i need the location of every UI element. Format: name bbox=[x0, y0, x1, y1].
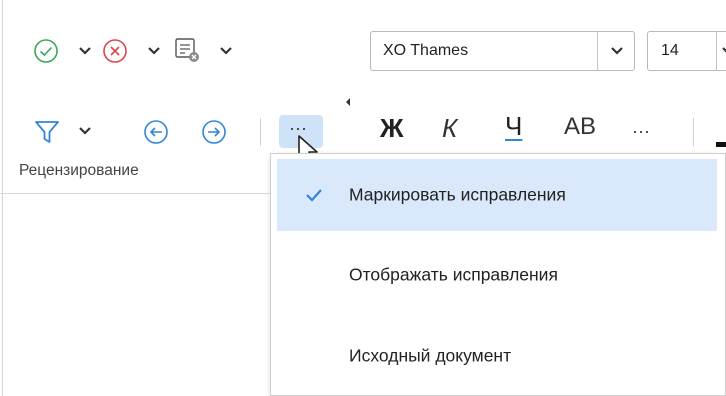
menu-item-label: Исходный документ bbox=[349, 345, 512, 366]
menu-item-original-document[interactable]: Исходный документ bbox=[277, 320, 717, 392]
font-size-dropdown[interactable] bbox=[716, 32, 726, 70]
filter-dropdown-chevron-icon[interactable] bbox=[78, 126, 92, 136]
ribbon-bottom-border bbox=[0, 193, 272, 194]
checkmark-icon bbox=[306, 189, 322, 202]
window-border bbox=[2, 0, 3, 396]
editor-window: ··· Рецензирование XO Thames 14 Ж К Ч АВ… bbox=[0, 0, 726, 396]
strikethrough-button[interactable]: АВ bbox=[564, 113, 596, 141]
ribbon-separator bbox=[260, 118, 261, 146]
text-color-icon[interactable] bbox=[714, 118, 726, 148]
filter-icon bbox=[35, 121, 59, 143]
next-change-button[interactable] bbox=[198, 116, 230, 148]
previous-change-button[interactable] bbox=[140, 116, 172, 148]
font-size-value: 14 bbox=[661, 42, 679, 59]
comment-button[interactable] bbox=[170, 33, 204, 67]
x-circle-icon bbox=[103, 39, 127, 63]
accept-dropdown-chevron-icon[interactable] bbox=[78, 46, 92, 56]
arrow-right-circle-icon bbox=[202, 120, 226, 144]
filter-button[interactable] bbox=[30, 115, 64, 149]
collapse-arrow-icon[interactable] bbox=[344, 96, 352, 108]
font-name-dropdown[interactable] bbox=[597, 32, 636, 70]
bold-button[interactable]: Ж bbox=[380, 113, 404, 144]
italic-button[interactable]: К bbox=[442, 113, 457, 144]
check-circle-icon bbox=[34, 39, 58, 63]
ribbon-separator bbox=[693, 118, 694, 146]
menu-item-label: Маркировать исправления bbox=[349, 184, 566, 205]
font-name-combobox[interactable]: XO Thames bbox=[370, 31, 635, 71]
comment-dropdown-chevron-icon[interactable] bbox=[219, 46, 233, 56]
menu-item-label: Отображать исправления bbox=[349, 264, 558, 285]
underline-button[interactable]: Ч bbox=[505, 111, 522, 142]
font-name-value: XO Thames bbox=[383, 42, 469, 59]
format-more-button[interactable]: ··· bbox=[632, 121, 650, 142]
chevron-down-icon bbox=[722, 47, 726, 53]
arrow-left-circle-icon bbox=[144, 120, 168, 144]
accept-change-button[interactable] bbox=[30, 35, 62, 67]
track-changes-menu: Маркировать исправления Отображать испра… bbox=[270, 153, 726, 396]
ribbon-group-label: Рецензирование bbox=[19, 162, 139, 179]
reject-change-button[interactable] bbox=[99, 35, 131, 67]
font-size-combobox[interactable]: 14 bbox=[647, 31, 726, 71]
menu-item-show-changes[interactable]: Отображать исправления bbox=[277, 239, 717, 311]
comment-icon bbox=[175, 38, 199, 62]
menu-item-mark-changes[interactable]: Маркировать исправления bbox=[277, 159, 717, 231]
reject-dropdown-chevron-icon[interactable] bbox=[147, 46, 161, 56]
chevron-down-icon bbox=[611, 47, 623, 55]
